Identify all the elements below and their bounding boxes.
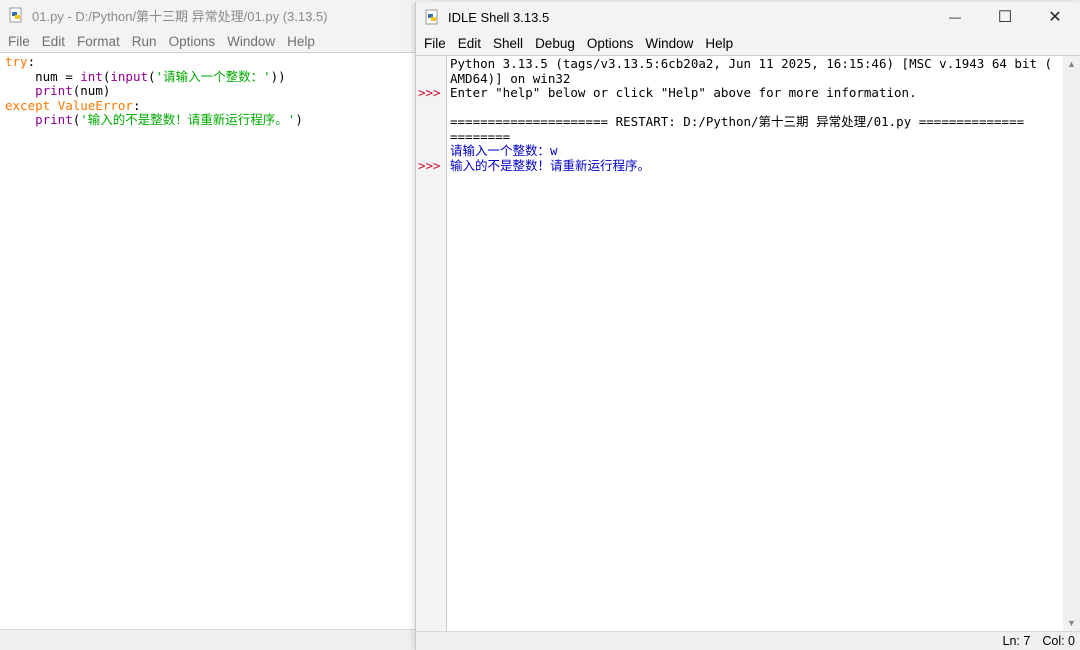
shell-console[interactable]: Python 3.13.5 (tags/v3.13.5:6cb20a2, Jun… <box>447 56 1063 631</box>
shell-prompt: >>> <box>418 85 441 100</box>
code-line: print(num) <box>5 83 432 99</box>
code-token: ValueError <box>57 97 133 113</box>
maximize-button[interactable]: ☐ <box>980 2 1030 32</box>
shell-window[interactable]: IDLE Shell 3.13.5 — ☐ ✕ File Edit Shell Deb… <box>415 2 1080 650</box>
code-line: print('输入的不是整数！请重新运行程序。') <box>5 112 432 128</box>
code-token: '输入的不是整数！请重新运行程序。' <box>80 112 296 127</box>
shell-menubar: File Edit Shell Debug Options Window Help <box>416 32 1080 54</box>
console-line: Python 3.13.5 (tags/v3.13.5:6cb20a2, Jun… <box>450 56 1053 71</box>
code-token: )) <box>270 68 286 84</box>
close-button[interactable]: ✕ <box>1030 2 1080 32</box>
code-token: print <box>35 83 73 98</box>
scroll-up-icon[interactable]: ▲ <box>1067 59 1076 69</box>
editor-menu-run[interactable]: Run <box>126 34 163 49</box>
shell-statusbar: Ln: 7 Col: 0 <box>416 631 1080 650</box>
shell-menu-help[interactable]: Help <box>699 36 739 51</box>
code-token: : <box>132 97 141 113</box>
shell-titlebar[interactable]: IDLE Shell 3.13.5 — ☐ ✕ <box>416 2 1080 32</box>
code-line: except ValueError: <box>5 97 432 114</box>
shell-body: >>> >>> Python 3.13.5 (tags/v3.13.5:6cb20… <box>416 55 1080 631</box>
console-line: ===================== RESTART: D:/Python… <box>450 114 1025 129</box>
console-line: AMD64)] on win32 <box>450 70 571 86</box>
editor-titlebar[interactable]: 01.py - D:/Python/第十三期 异常处理/01.py (3.13.… <box>0 0 432 30</box>
editor-menubar: File Edit Format Run Options Window Help <box>0 30 432 52</box>
code-line: num = int(input('请输入一个整数：')) <box>5 68 432 85</box>
console-line: 请输入一个整数：w <box>450 143 558 158</box>
maximize-icon: ☐ <box>997 9 1013 26</box>
shell-menu-edit[interactable]: Edit <box>452 36 487 51</box>
code-token: ) <box>295 112 303 127</box>
shell-menu-file[interactable]: File <box>418 36 452 51</box>
editor-menu-options[interactable]: Options <box>163 34 222 49</box>
shell-menu-window[interactable]: Window <box>639 36 699 51</box>
console-line: 输入的不是整数！请重新运行程序。 <box>450 157 651 173</box>
shell-prompt: >>> <box>418 157 441 173</box>
minimize-icon: — <box>949 10 961 24</box>
scroll-down-icon[interactable]: ▼ <box>1067 618 1076 628</box>
code-token: num = <box>5 68 81 84</box>
code-token: (num) <box>72 83 111 98</box>
shell-title: IDLE Shell 3.13.5 <box>448 9 550 25</box>
shell-menu-shell[interactable]: Shell <box>487 36 529 51</box>
shell-menu-options[interactable]: Options <box>581 36 640 51</box>
code-line: try: <box>5 54 432 70</box>
shell-menu-debug[interactable]: Debug <box>529 36 581 51</box>
code-token: : <box>27 54 36 69</box>
editor-horizontal-scrollbar[interactable] <box>0 629 432 650</box>
editor-text-area[interactable]: try: num = int(input('请输入一个整数：')) print(… <box>0 52 432 629</box>
editor-menu-file[interactable]: File <box>2 34 36 49</box>
code-token: ( <box>148 68 156 84</box>
close-icon: ✕ <box>1048 9 1062 26</box>
editor-title: 01.py - D:/Python/第十三期 异常处理/01.py (3.13.… <box>32 8 328 24</box>
shell-vertical-scrollbar[interactable]: ▲ ▼ <box>1063 56 1080 631</box>
console-line: Enter "help" below or click "Help" above… <box>450 85 917 100</box>
code-token: try <box>5 54 28 69</box>
console-line: ======== <box>450 128 511 144</box>
code-token: '请输入一个整数：' <box>155 68 271 84</box>
python-shell-icon <box>425 9 438 25</box>
status-line: Ln: 7 <box>1002 634 1031 648</box>
python-file-icon <box>9 7 22 23</box>
code-token: int <box>80 68 103 84</box>
editor-menu-help[interactable]: Help <box>281 34 321 49</box>
code-token: input <box>110 68 149 84</box>
status-col: Col: 0 <box>1042 634 1075 648</box>
minimize-button[interactable]: — <box>930 2 980 32</box>
editor-menu-window[interactable]: Window <box>221 34 281 49</box>
editor-menu-format[interactable]: Format <box>71 34 126 49</box>
code-token: except <box>5 97 58 113</box>
code-token: print <box>35 112 73 127</box>
prompt-gutter: >>> >>> <box>416 56 447 631</box>
editor-menu-edit[interactable]: Edit <box>36 34 71 49</box>
editor-window[interactable]: 01.py - D:/Python/第十三期 异常处理/01.py (3.13.… <box>0 0 432 650</box>
